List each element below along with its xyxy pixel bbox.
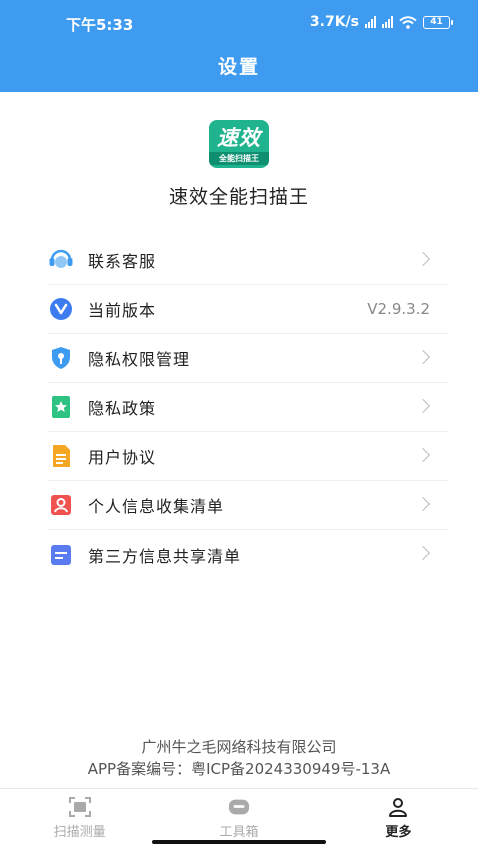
scan-icon — [68, 797, 91, 817]
menu-item-label: 第三方信息共享清单 — [88, 546, 242, 566]
menu-item-privacy-policy[interactable]: 隐私政策 — [48, 383, 448, 432]
menu-item-user-agreement[interactable]: 用户协议 — [48, 432, 448, 481]
customer-service-icon — [48, 247, 74, 273]
toolbox-icon — [228, 797, 250, 817]
privacy-shield-icon — [48, 345, 74, 371]
chevron-right-icon — [415, 251, 431, 267]
person-icon — [387, 797, 409, 817]
app-name: 速效全能扫描王 — [168, 186, 309, 208]
menu-item-label: 隐私权限管理 — [88, 350, 191, 369]
menu-item-version[interactable]: 当前版本 V2.9.3.2 — [48, 285, 448, 334]
home-indicator — [152, 840, 326, 844]
app-logo: 速效 全能扫描王 — [209, 120, 269, 168]
network-speed: 3.7K/s — [309, 14, 359, 30]
menu-item-customer-service[interactable]: 联系客服 — [48, 236, 448, 285]
tab-label: 更多 — [385, 825, 412, 840]
tab-more[interactable]: 更多 — [319, 789, 478, 850]
chevron-right-icon — [415, 545, 431, 561]
version-value: V2.9.3.2 — [367, 300, 430, 318]
menu-item-third-party-share[interactable]: 第三方信息共享清单 — [48, 530, 448, 579]
menu-item-label: 当前版本 — [88, 301, 157, 320]
logo-main-text: 速效 — [217, 126, 261, 150]
status-indicators: 3.7K/s 41 — [309, 14, 453, 30]
status-bar: 下午5:33 3.7K/s 41 — [0, 14, 478, 36]
tab-scan-measure[interactable]: 扫描测量 — [0, 789, 159, 850]
tab-label: 扫描测量 — [53, 825, 106, 840]
menu-item-label: 个人信息收集清单 — [88, 497, 225, 516]
footer: 广州牛之毛网络科技有限公司 APP备案编号：粤ICP备2024330949号-1… — [0, 736, 478, 780]
settings-menu: 联系客服 当前版本 V2.9.3.2 隐私权限管理 隐私政策 用户协议 个人信息… — [48, 236, 448, 579]
privacy-policy-icon — [48, 394, 74, 420]
chevron-right-icon — [415, 349, 431, 365]
top-app-bar: 下午5:33 3.7K/s 41 设置 — [0, 0, 478, 92]
logo-sub-text: 全能扫描王 — [209, 152, 269, 165]
menu-item-privacy-permissions[interactable]: 隐私权限管理 — [48, 334, 448, 383]
menu-item-personal-info[interactable]: 个人信息收集清单 — [48, 481, 448, 530]
company-name: 广州牛之毛网络科技有限公司 — [141, 738, 337, 756]
menu-item-label: 隐私政策 — [88, 399, 157, 418]
chevron-right-icon — [415, 496, 431, 512]
battery-icon: 41 — [423, 15, 453, 29]
wifi-icon — [399, 15, 417, 29]
third-party-share-icon — [48, 542, 74, 568]
user-agreement-icon — [48, 443, 74, 469]
menu-item-label: 联系客服 — [88, 252, 157, 271]
status-time: 下午5:33 — [66, 16, 134, 34]
chevron-right-icon — [415, 398, 431, 414]
tab-label: 工具箱 — [219, 825, 259, 840]
personal-info-icon — [48, 492, 74, 518]
signal-icon-2 — [382, 16, 393, 28]
version-icon — [48, 296, 74, 322]
page-title: 设置 — [217, 56, 260, 78]
chevron-right-icon — [415, 447, 431, 463]
menu-item-label: 用户协议 — [88, 448, 157, 467]
signal-icon — [365, 16, 376, 28]
icp-record: APP备案编号：粤ICP备2024330949号-13A — [87, 760, 391, 778]
